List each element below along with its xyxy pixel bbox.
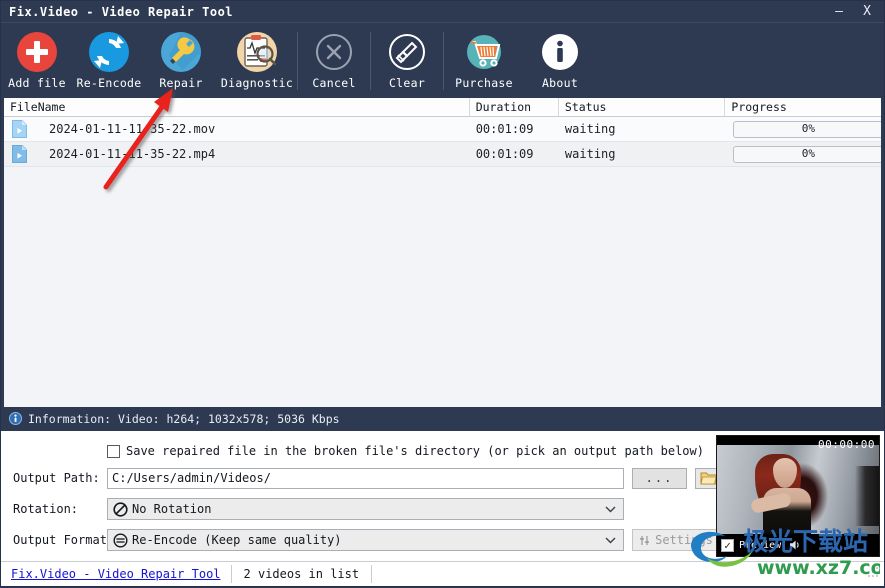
output-path-input[interactable]: C:/Users/admin/Videos/ [107,467,624,489]
status-bar-link[interactable]: Fix.Video - Video Repair Tool [1,567,231,581]
preview-timecode: 00:00:00 [818,438,875,451]
re-encode-icon [113,532,128,548]
filename-text: 2024-01-11-11-35-22.mp4 [49,147,216,161]
toolbar-label: Re-Encode [76,76,142,90]
video-file-icon [12,145,27,163]
output-format-value: Re-Encode (Keep same quality) [132,533,342,547]
resize-grip[interactable] [868,566,880,582]
file-list: FileName Duration Status Progress 2024-0… [3,98,882,407]
column-header-status[interactable]: Status [559,98,726,116]
table-row[interactable]: 2024-01-11-11-35-22.mov 00:01:09 waiting… [4,117,881,142]
toolbar-button-about[interactable]: About [524,26,596,96]
refresh-circle-icon [87,30,131,74]
window-title: Fix.Video - Video Repair Tool [9,4,234,19]
save-in-broken-dir-checkbox[interactable] [107,444,120,458]
toolbar-label: Clear [388,76,426,90]
toolbar-button-repair[interactable]: Repair [145,26,217,96]
preview-checkbox-label: Preview [739,539,782,551]
toolbar-button-clear[interactable]: Clear [371,26,443,96]
title-bar: Fix.Video - Video Repair Tool – X [1,1,884,23]
column-header-duration[interactable]: Duration [470,98,559,116]
filename-text: 2024-01-11-11-35-22.mov [49,122,216,136]
toolbar-label: Cancel [312,76,356,90]
cancel-circle-icon [312,30,356,74]
rotation-value: No Rotation [132,502,212,516]
chevron-down-icon [605,499,616,519]
close-button[interactable]: X [854,1,884,23]
info-icon [9,412,22,425]
cell-duration: 00:01:09 [475,147,534,161]
information-bar: Information: Video: h264; 1032x578; 5036… [1,407,884,430]
cell-status: waiting [564,147,616,161]
options-panel: Save repaired file in the broken file's … [1,430,884,561]
toolbar-label: Add file [8,76,66,90]
sliders-icon [639,535,650,546]
minimize-button[interactable]: – [824,1,854,23]
settings-label: Settings [655,533,713,547]
toolbar-button-add-file[interactable]: Add file [1,26,73,96]
cell-progress: 0% [725,145,881,163]
info-circle-icon [538,30,582,74]
save-in-broken-dir-label: Save repaired file in the broken file's … [126,444,704,458]
file-list-body: 2024-01-11-11-35-22.mov 00:01:09 waiting… [4,117,881,407]
cell-filename: 2024-01-11-11-35-22.mov [4,117,470,141]
cell-duration: 00:01:09 [475,122,534,136]
cell-status: waiting [564,122,616,136]
status-divider [371,565,373,583]
preview-video-frame [717,436,879,536]
toolbar-label: About [541,76,579,90]
preview-panel[interactable]: 00:00:00 ✓ Preview [716,435,880,557]
no-rotation-icon [113,501,128,517]
cell-progress: 0% [725,120,881,138]
toolbar-button-re-encode[interactable]: Re-Encode [73,26,145,96]
table-row[interactable]: 2024-01-11-11-35-22.mp4 00:01:09 waiting… [4,142,881,167]
status-bar: Fix.Video - Video Repair Tool 2 videos i… [1,561,884,586]
video-file-icon [12,120,27,138]
column-header-filename[interactable]: FileName [4,98,470,116]
toolbar-button-cancel[interactable]: Cancel [298,26,370,96]
speaker-icon[interactable] [789,539,802,551]
chevron-down-icon [605,530,616,550]
output-path-label: Output Path: [13,471,100,485]
column-header-progress[interactable]: Progress [725,98,881,116]
settings-button[interactable]: Settings [632,529,720,551]
preview-checkbox[interactable]: ✓ [721,538,734,552]
status-bar-count: 2 videos in list [243,567,360,581]
toolbar-label: Repair [159,76,203,90]
preview-controls: ✓ Preview [717,534,879,556]
toolbar-label: Purchase [455,76,513,90]
broom-circle-icon [385,30,429,74]
output-format-label: Output Format: [13,533,115,547]
cell-filename: 2024-01-11-11-35-22.mp4 [4,142,470,166]
toolbar-button-purchase[interactable]: Purchase [444,26,524,96]
rotation-select[interactable]: No Rotation [107,498,624,520]
plus-circle-icon [15,30,59,74]
app-window: Fix.Video - Video Repair Tool – X Add fi… [0,0,885,587]
window-controls: – X [824,1,884,23]
file-list-header: FileName Duration Status Progress [4,98,881,117]
wrench-screwdriver-icon [159,30,203,74]
rotation-label: Rotation: [13,502,79,516]
preview-dark-right [855,466,879,526]
main-toolbar: Add file Re-Encode Repair Diagnostic Can… [1,23,884,98]
toolbar-button-diagnostic[interactable]: Diagnostic [217,26,297,96]
progress-bar: 0% [733,120,881,138]
folder-icon [700,472,716,485]
information-text: Information: Video: h264; 1032x578; 5036… [28,411,340,426]
toolbar-label: Diagnostic [220,76,294,90]
shopping-cart-icon [462,30,506,74]
browse-button[interactable]: ... [632,467,687,489]
output-format-select[interactable]: Re-Encode (Keep same quality) [107,529,624,551]
clipboard-magnifier-icon [235,30,279,74]
progress-bar: 0% [733,145,881,163]
